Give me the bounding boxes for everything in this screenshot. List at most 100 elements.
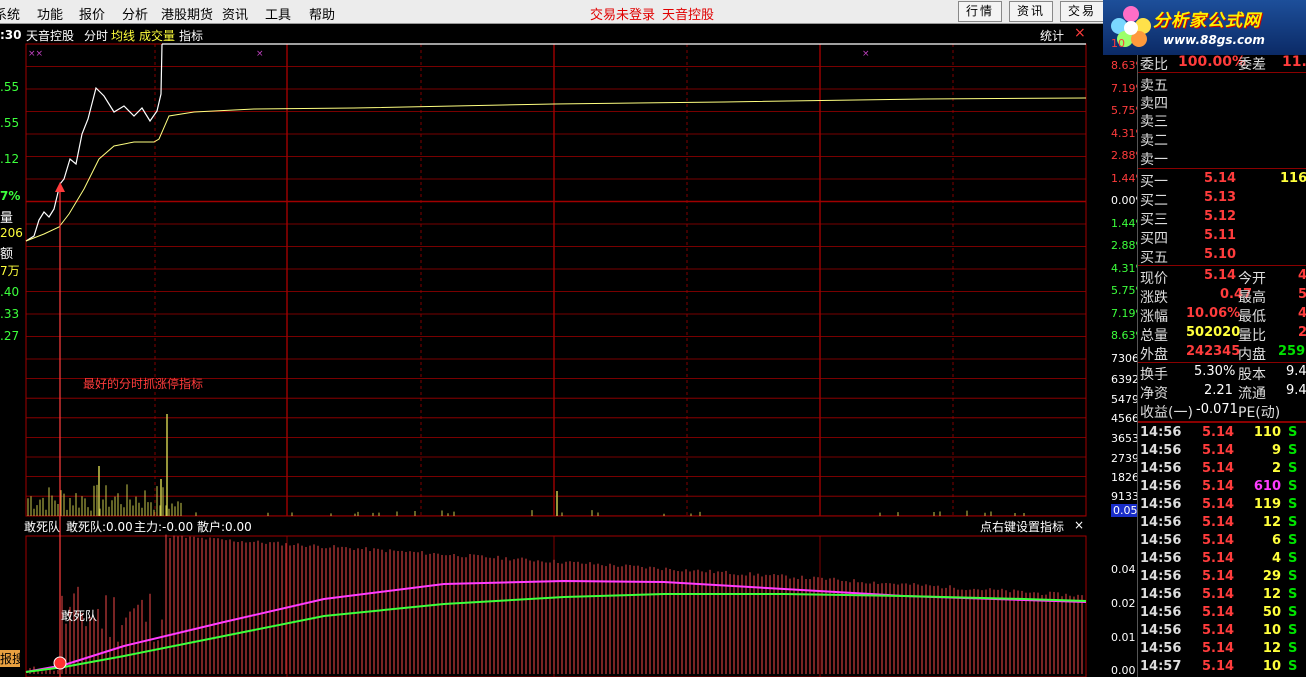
buy-row[interactable]: 买二 5.13	[1138, 189, 1306, 209]
stat-value: 5.14	[1204, 268, 1237, 283]
tick-price: 5.14	[1202, 533, 1235, 548]
x-marker: ×	[256, 49, 264, 59]
tick-volume: 10	[1262, 623, 1281, 638]
tab-timeshare[interactable]: 分时	[84, 27, 108, 44]
indicator-main-line	[25, 579, 1087, 673]
tick-side: S	[1288, 623, 1298, 638]
indicator-name[interactable]: 敢死队	[24, 518, 60, 535]
divider	[1138, 265, 1306, 266]
left-axis-value: 量	[0, 211, 14, 226]
indicator-settings-hint[interactable]: 点右键设置指标	[980, 518, 1064, 535]
stat-value: -0.071	[1196, 402, 1238, 417]
menu-hk-futures[interactable]: 港股期货	[161, 4, 213, 23]
left-axis-value: .55	[0, 80, 20, 94]
chart-area: ×× × × 天音控股 分时 均线 成交量 指标 统计 × 最好的分时抓涨停指标 敢…	[24, 24, 1159, 677]
tick-price: 5.14	[1202, 479, 1235, 494]
tick-time: 14:56	[1140, 443, 1182, 458]
buy-signal-icon	[55, 182, 65, 192]
sell-row[interactable]: 卖四	[1138, 92, 1306, 112]
stat-row: 净资 2.21 流通 9.4	[1138, 382, 1306, 402]
tick-volume: 4	[1271, 551, 1281, 566]
buy-row[interactable]: 买五 5.10	[1138, 246, 1306, 266]
login-status[interactable]: 交易未登录	[590, 4, 655, 23]
sell-row[interactable]: 卖二	[1138, 129, 1306, 149]
menu-news[interactable]: 资讯	[222, 4, 248, 23]
tick-row: 14:56 5.14 12 S	[1138, 586, 1306, 604]
tick-volume: 29	[1262, 569, 1281, 584]
left-axis-value: .33	[0, 307, 20, 321]
menu-bar: 系统 功能 报价 分析 港股期货 资讯 工具 帮助 交易未登录 天音控股 行情 …	[0, 0, 1104, 24]
intraday-chart: ×× × ×	[25, 43, 1087, 677]
tick-volume: 6	[1271, 533, 1281, 548]
menu-system[interactable]: 系统	[0, 4, 20, 23]
quote-button[interactable]: 行情	[958, 1, 1002, 22]
tick-row: 14:56 5.14 50 S	[1138, 604, 1306, 622]
tick-volume: 10	[1262, 659, 1281, 674]
tick-price: 5.14	[1202, 623, 1235, 638]
tick-row: 14:56 5.14 4 S	[1138, 550, 1306, 568]
tab-volume[interactable]: 成交量	[139, 27, 175, 44]
ratio-value: 100.00%	[1178, 54, 1247, 70]
indicator-point-label: 敢死队	[61, 609, 98, 623]
stat-label: 收益(一)	[1140, 405, 1193, 421]
sell-label: 卖二	[1140, 133, 1168, 149]
menu-analysis[interactable]: 分析	[122, 4, 148, 23]
tick-volume: 12	[1262, 515, 1281, 530]
average-line	[25, 97, 1087, 242]
indicator-close-icon[interactable]: ×	[1074, 518, 1084, 532]
tick-price: 5.14	[1202, 497, 1235, 512]
chart-frame	[25, 43, 1087, 517]
news-button[interactable]: 资讯	[1009, 1, 1053, 22]
tick-time: 14:56	[1140, 479, 1182, 494]
indicator-value-retail: 散户:0.00	[197, 520, 252, 534]
sell-row[interactable]: 卖三	[1138, 110, 1306, 130]
indicator-value-main: 主力:-0.00	[134, 520, 194, 534]
stat-label: PE(动)	[1238, 405, 1281, 421]
tab-average[interactable]: 均线	[111, 27, 135, 44]
logo-url[interactable]: www.88gs.com	[1163, 33, 1265, 47]
tick-volume: 119	[1253, 497, 1281, 512]
menu-function[interactable]: 功能	[37, 4, 63, 23]
menu-quote[interactable]: 报价	[79, 4, 105, 23]
indicator-header: 敢死队 敢死队:0.00 主力:-0.00 散户:0.00 点右键设置指标 ×	[24, 516, 1088, 536]
tick-volume: 50	[1262, 605, 1281, 620]
indicator-value-daredevil: 敢死队:0.00	[66, 520, 133, 534]
stat-row: 收益(一) -0.071 PE(动)	[1138, 401, 1306, 421]
diff-value: 11.	[1282, 54, 1306, 70]
buy-row[interactable]: 买一 5.14 116	[1138, 170, 1306, 190]
tick-side: S	[1288, 461, 1298, 476]
stat-value: 10.06%	[1186, 306, 1241, 321]
stat-row: 外盘 242345 内盘 259	[1138, 343, 1306, 363]
buy-row[interactable]: 买四 5.11	[1138, 227, 1306, 247]
trade-button[interactable]: 交易	[1060, 1, 1104, 22]
tick-row: 14:56 5.14 610 S	[1138, 478, 1306, 496]
stats-button[interactable]: 统计	[1040, 27, 1064, 44]
tick-side: S	[1288, 569, 1298, 584]
sell-row[interactable]: 卖一	[1138, 148, 1306, 168]
stat-label: 内盘	[1238, 347, 1266, 363]
stat-row: 现价 5.14 今开 4	[1138, 267, 1306, 287]
menu-help[interactable]: 帮助	[309, 4, 335, 23]
tick-row: 14:56 5.14 6 S	[1138, 532, 1306, 550]
left-axis-value: 206	[0, 226, 23, 240]
stat-value: 5.30%	[1194, 364, 1236, 379]
tick-row: 14:56 5.14 10 S	[1138, 622, 1306, 640]
chart-annotation: 最好的分时抓涨停指标	[83, 377, 204, 391]
stat-label: 今开	[1238, 271, 1266, 287]
divider	[1138, 421, 1306, 423]
tick-volume: 12	[1262, 587, 1281, 602]
tick-row: 14:57 5.14 10 S	[1138, 658, 1306, 676]
stat-label: 净资	[1140, 386, 1168, 402]
tick-price: 5.14	[1202, 425, 1235, 440]
left-axis-value: .27	[0, 329, 20, 343]
sell-row[interactable]: 卖五	[1138, 74, 1306, 94]
search-shortcut-button[interactable]: 报搜	[0, 650, 24, 667]
stat-label: 涨幅	[1140, 309, 1168, 325]
tick-volume: 2	[1271, 461, 1281, 476]
tick-row: 14:56 5.14 12 S	[1138, 514, 1306, 532]
buy-row[interactable]: 买三 5.12	[1138, 208, 1306, 228]
tab-indicator[interactable]: 指标	[179, 27, 203, 44]
menu-tools[interactable]: 工具	[265, 4, 291, 23]
close-icon[interactable]: ×	[1074, 25, 1086, 41]
tick-row: 14:56 5.14 12 S	[1138, 640, 1306, 658]
